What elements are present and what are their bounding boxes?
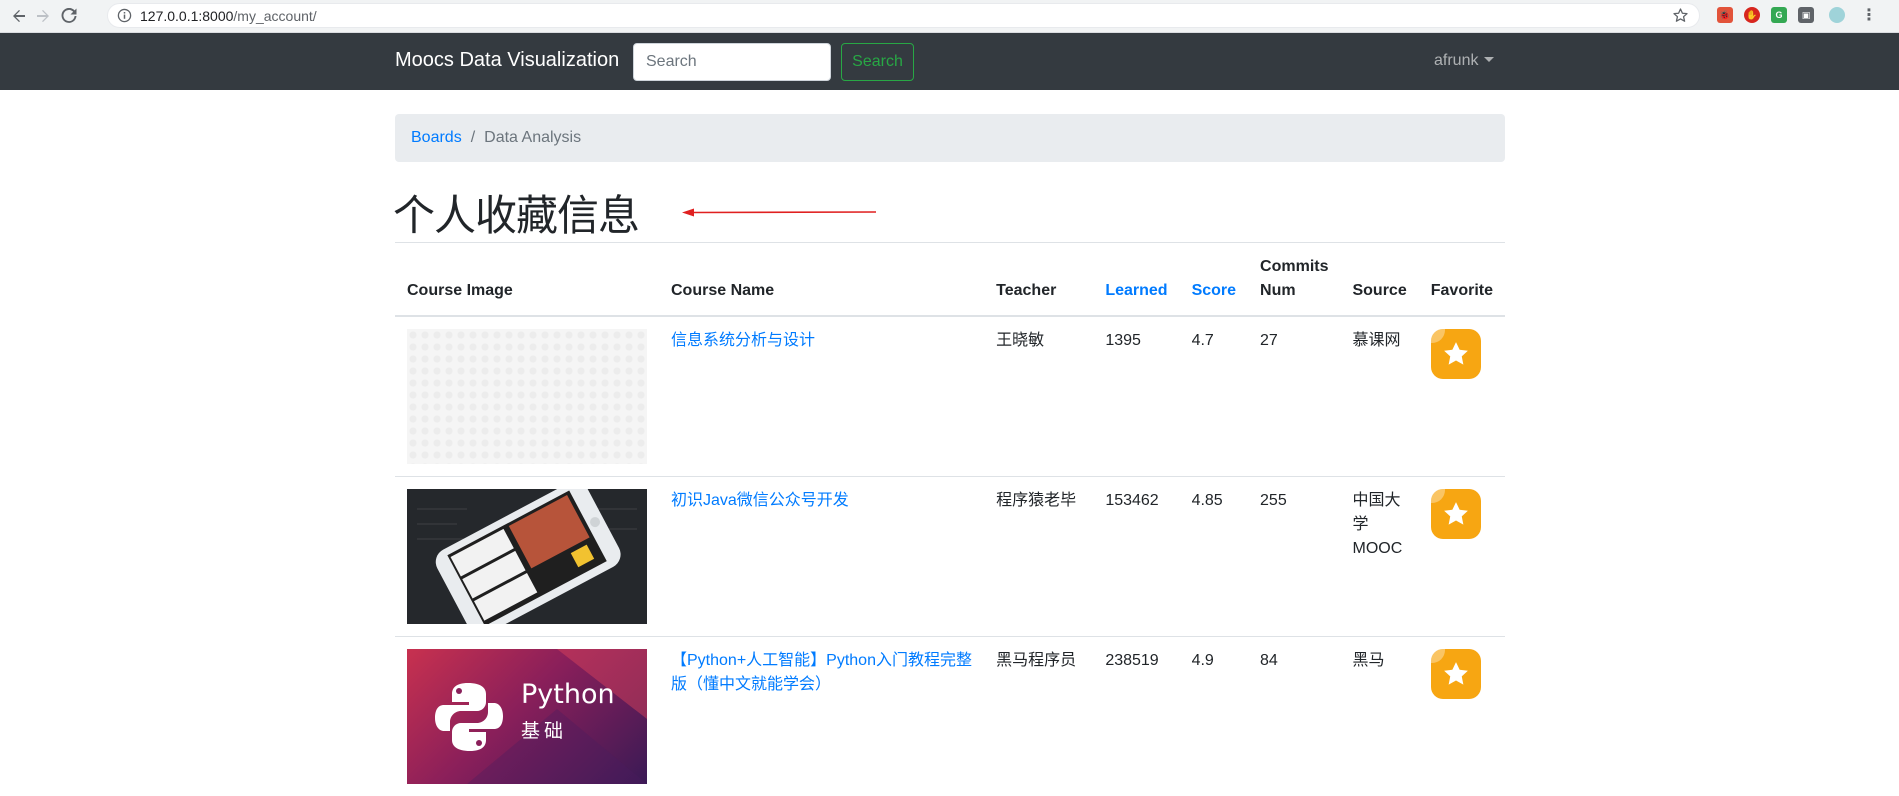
table-row: 初识Java微信公众号开发 程序猿老毕 153462 4.85 255 中国大学… [395,477,1505,637]
bookmark-star-icon[interactable] [1672,7,1689,29]
extension-icon[interactable]: 🐞 [1717,7,1733,23]
star-icon [1441,659,1471,689]
profile-avatar-icon[interactable] [1829,7,1845,23]
course-image[interactable] [407,329,647,464]
user-dropdown[interactable]: afrunk [1434,52,1494,70]
course-image[interactable]: Python 基础 [407,649,647,784]
breadcrumb-separator: / [462,129,484,147]
learned-cell: 238519 [1093,637,1179,796]
column-header-favorite: Favorite [1419,243,1505,317]
score-cell: 4.85 [1180,477,1248,637]
breadcrumb-current: Data Analysis [484,129,581,147]
column-header-name: Course Name [659,243,984,317]
python-logo-icon [435,683,503,751]
course-image-caption: Python [521,683,615,707]
extension-icon[interactable]: G [1771,7,1787,23]
annotation-arrow-icon [680,205,878,219]
column-header-teacher: Teacher [984,243,1093,317]
browser-toolbar: 127.0.0.1:8000/my_account/ 🐞 ✋ G ▣ ⋮ [0,0,1899,33]
score-cell: 4.9 [1180,637,1248,796]
column-header-source: Source [1340,243,1418,317]
column-header-learned[interactable]: Learned [1093,243,1179,317]
info-icon[interactable] [117,8,132,28]
learned-cell: 153462 [1093,477,1179,637]
breadcrumb: Boards / Data Analysis [395,114,1505,162]
adblock-icon[interactable]: ✋ [1744,7,1760,23]
score-cell: 4.7 [1180,316,1248,477]
commits-cell: 27 [1248,316,1340,477]
username: afrunk [1434,52,1478,69]
address-bar[interactable]: 127.0.0.1:8000/my_account/ [107,3,1700,28]
navbar: Moocs Data Visualization Search afrunk [0,33,1899,90]
source-cell: 中国大学MOOC [1340,477,1418,637]
breadcrumb-boards-link[interactable]: Boards [411,129,462,147]
menu-dots-icon[interactable]: ⋮ [1861,7,1877,23]
course-image[interactable] [407,489,647,624]
search-button[interactable]: Search [841,43,914,81]
teacher-cell: 黑马程序员 [984,637,1093,796]
commits-cell: 255 [1248,477,1340,637]
table-header-row: Course Image Course Name Teacher Learned… [395,243,1505,317]
favorite-button[interactable] [1431,489,1481,539]
forward-icon[interactable] [32,5,54,27]
page-title: 个人收藏信息 [393,182,639,243]
extension-icon[interactable]: ▣ [1798,7,1814,23]
table-row: Python 基础 【Python+人工智能】Python入门教程完整版（懂中文… [395,637,1505,796]
favorite-button[interactable] [1431,649,1481,699]
commits-cell: 84 [1248,637,1340,796]
source-cell: 慕课网 [1340,316,1418,477]
star-icon [1441,339,1471,369]
star-icon [1441,499,1471,529]
course-image-caption: 基础 [521,719,567,743]
caret-down-icon [1484,57,1494,62]
course-name-link[interactable]: 信息系统分析与设计 [671,332,815,349]
teacher-cell: 程序猿老毕 [984,477,1093,637]
back-icon[interactable] [8,5,30,27]
reload-icon[interactable] [58,5,80,27]
table-row: 信息系统分析与设计 王晓敏 1395 4.7 27 慕课网 [395,316,1505,477]
course-name-link[interactable]: 初识Java微信公众号开发 [671,492,849,509]
teacher-cell: 王晓敏 [984,316,1093,477]
course-name-link[interactable]: 【Python+人工智能】Python入门教程完整版（懂中文就能学会） [671,652,972,693]
column-header-score[interactable]: Score [1180,243,1248,317]
favorite-button[interactable] [1431,329,1481,379]
brand-link[interactable]: Moocs Data Visualization [395,49,619,72]
column-header-image: Course Image [395,243,659,317]
search-input[interactable] [633,43,831,81]
favorites-table: Course Image Course Name Teacher Learned… [395,242,1505,796]
source-cell: 黑马 [1340,637,1418,796]
url-text: 127.0.0.1:8000/my_account/ [140,8,317,24]
column-header-commits: CommitsNum [1248,243,1340,317]
learned-cell: 1395 [1093,316,1179,477]
